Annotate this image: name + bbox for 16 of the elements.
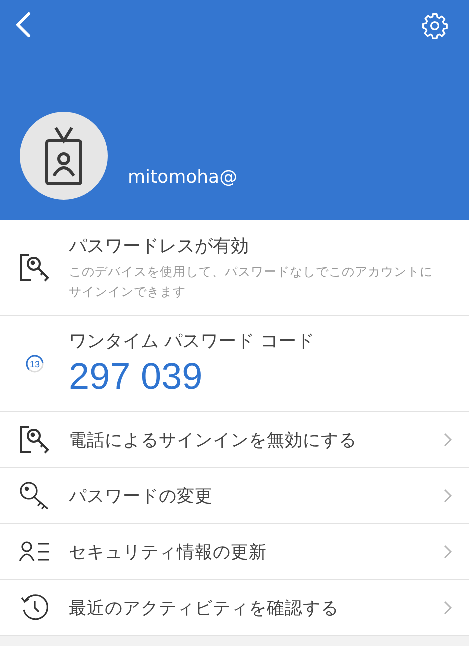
- passwordless-title: パスワードレスが有効: [69, 235, 250, 258]
- phone-key-icon: [18, 424, 50, 454]
- history-icon: [20, 592, 50, 622]
- chevron-icon: [443, 600, 453, 616]
- phone-key-icon: [18, 252, 50, 282]
- username: mitomoha@: [128, 167, 238, 190]
- passwordless-description: このデバイスを使用して、パスワードなしでこのアカウントにサインインできます: [69, 263, 434, 300]
- chevron-icon: [443, 544, 453, 560]
- key-icon: [18, 480, 50, 510]
- id-badge-icon: [44, 126, 84, 186]
- otp-title: ワンタイム パスワード コード: [69, 330, 314, 354]
- person-list-icon: [18, 540, 50, 564]
- chevron-icon: [443, 432, 453, 448]
- timer-seconds: 13: [30, 359, 40, 369]
- chevron-icon: [443, 488, 453, 504]
- otp-code: 297 039: [69, 357, 204, 398]
